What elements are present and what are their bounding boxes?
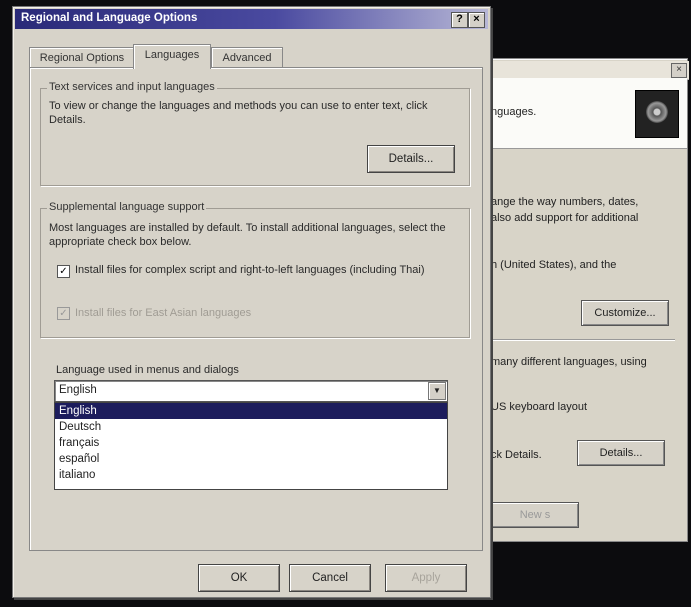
header-text: nguages. (491, 106, 537, 118)
ui-language-list: English Deutsch français español italian… (54, 402, 448, 490)
complex-script-checkbox[interactable]: ✓ (57, 265, 70, 278)
supplemental-description: Most languages are installed by default.… (49, 222, 446, 248)
details-button[interactable]: Details... (367, 145, 455, 173)
customize-button[interactable]: Customize... (581, 300, 669, 326)
regional-language-dialog: Regional and Language Options ? × Region… (12, 6, 491, 598)
regional-desc-line-3: h (United States), and the (491, 259, 617, 271)
language-option-italiano[interactable]: italiano (55, 467, 447, 483)
divider (485, 339, 675, 341)
close-icon[interactable]: × (671, 63, 687, 78)
text-services-legend: Text services and input languages (47, 81, 217, 93)
window-title: Regional and Language Options (21, 12, 198, 24)
complex-script-label: Install files for complex script and rig… (75, 264, 425, 276)
ui-language-dropdown[interactable]: English ▼ (54, 380, 448, 402)
regional-desc-line-2: also add support for additional (491, 212, 639, 224)
regional-desc-line-1: ange the way numbers, dates, (491, 196, 639, 208)
cd-icon (635, 90, 679, 138)
language-option-english[interactable]: English (55, 403, 447, 419)
title-bar: Regional and Language Options ? × (15, 9, 488, 29)
cancel-button[interactable]: Cancel (289, 564, 371, 592)
text-services-group: Text services and input languages To vie… (40, 81, 470, 186)
tab-advanced[interactable]: Advanced (211, 47, 283, 68)
details-button-bg[interactable]: Details... (577, 440, 665, 466)
tab-languages[interactable]: Languages (133, 44, 211, 69)
background-window-header: nguages. (471, 78, 687, 149)
language-option-deutsch[interactable]: Deutsch (55, 419, 447, 435)
language-option-espanol[interactable]: español (55, 451, 447, 467)
languages-desc-line-3: ck Details. (491, 449, 542, 461)
ui-language-selected: English (59, 384, 97, 396)
supplemental-legend: Supplemental language support (47, 201, 207, 213)
east-asian-label: Install files for East Asian languages (75, 307, 252, 319)
close-icon[interactable]: × (468, 12, 485, 28)
language-option-francais[interactable]: français (55, 435, 447, 451)
ok-button[interactable]: OK (198, 564, 280, 592)
new-button[interactable]: New s (491, 502, 579, 528)
supplemental-language-group: Supplemental language support Most langu… (40, 201, 470, 338)
tab-regional-options[interactable]: Regional Options (29, 47, 135, 68)
languages-desc-line-2: US keyboard layout (491, 401, 587, 413)
background-window: × nguages. ange the way numbers, dates, … (470, 58, 689, 542)
chevron-down-icon[interactable]: ▼ (428, 382, 446, 400)
ui-language-label: Language used in menus and dialogs (56, 364, 239, 376)
languages-desc-line-1: many different languages, using (491, 356, 647, 368)
east-asian-checkbox[interactable]: ✓ (57, 307, 70, 320)
help-icon[interactable]: ? (451, 12, 468, 28)
apply-button[interactable]: Apply (385, 564, 467, 592)
text-services-description: To view or change the languages and meth… (49, 100, 428, 126)
